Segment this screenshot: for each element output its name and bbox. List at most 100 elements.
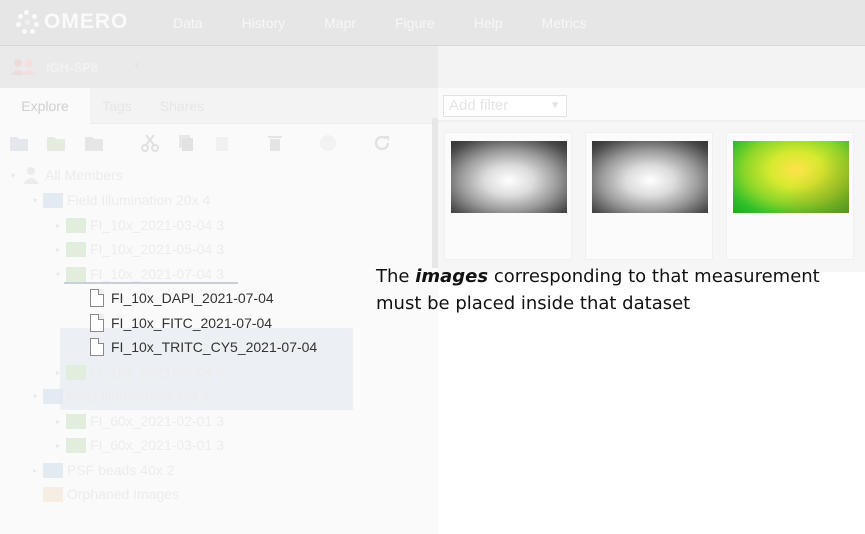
image-file-icon	[90, 314, 104, 332]
tree-dataset[interactable]: ▸ FI_10x_2021-05-04 3	[53, 238, 224, 260]
child-count: 3	[216, 241, 224, 257]
tree-orphaned[interactable]: Orphaned Images	[40, 483, 179, 505]
dataset-label: FI_10x_2021-05-04	[90, 241, 213, 257]
tree-image[interactable]: FI_10x_DAPI_2021-07-04	[90, 287, 274, 309]
data-tree: ▾ All Members ▾ Field Illumination 20x 4…	[0, 162, 438, 534]
expand-toggle-icon[interactable]: ▸	[53, 368, 63, 377]
chevron-down-icon: ▼	[550, 100, 560, 111]
collapse-toggle-icon[interactable]: ▾	[53, 270, 63, 279]
expand-toggle-icon[interactable]: ▸	[53, 441, 63, 450]
image-label: FI_10x_FITC_2021-07-04	[111, 315, 273, 331]
project-label: Field Illumination 20x	[67, 192, 199, 208]
omero-logo[interactable]: OMERO	[14, 9, 128, 35]
caret-down-icon: ▼	[132, 60, 141, 70]
child-count: 2	[166, 462, 175, 478]
image-thumbnail[interactable]	[592, 141, 708, 213]
tree-image[interactable]: FI_10x_TRITC_CY5_2021-07-04	[90, 336, 317, 358]
annotation-emphasis: images	[415, 266, 489, 287]
top-navbar: OMERO Data History Mapr Figure Help Metr…	[0, 0, 865, 46]
annotation-line1: corresponding to that measurement	[488, 266, 820, 287]
child-count: 3	[216, 217, 224, 233]
paste-icon[interactable]	[212, 134, 232, 152]
thumbnail-grid	[438, 122, 865, 272]
annotation-prefix: The	[376, 266, 416, 287]
annotation-callout: The images corresponding to that measure…	[376, 263, 856, 317]
child-count: 3	[216, 364, 224, 380]
image-label: FI_10x_TRITC_CY5_2021-07-04	[111, 339, 318, 355]
dataset-folder-icon	[66, 217, 86, 233]
filter-bar: Add filter ▼	[438, 88, 865, 122]
project-folder-icon	[43, 462, 63, 478]
tree-image[interactable]: FI_10x_FITC_2021-07-04	[90, 312, 272, 334]
thumbnail-tile[interactable]	[444, 132, 572, 260]
tree-project[interactable]: ▾ Field Illumination 40x 2	[30, 385, 210, 407]
project-label: Field Illumination 40x	[67, 388, 199, 404]
thumbnail-tile[interactable]	[585, 132, 713, 260]
expand-toggle-icon[interactable]: ▸	[53, 221, 63, 230]
selection-underline	[64, 282, 238, 284]
left-panel: IGH-SP8 ▼ Explore Tags Shares ▾ All Memb…	[0, 46, 438, 534]
dataset-folder-icon	[66, 437, 86, 453]
project-label: PSF beads 40x	[67, 462, 163, 478]
new-project-icon[interactable]	[9, 134, 29, 152]
dataset-folder-icon	[66, 364, 86, 380]
tab-shares[interactable]: Shares	[144, 88, 220, 124]
tree-dataset[interactable]: ▸ FI_60x_2021-03-01 3	[53, 434, 224, 456]
tree-project[interactable]: ▸ PSF beads 40x 2	[30, 459, 175, 481]
tree-dataset[interactable]: ▸ FI_10x_2021-03-04 3	[53, 214, 224, 236]
child-count: 2	[202, 388, 211, 404]
thumbnail-tile[interactable]	[726, 132, 854, 260]
image-file-icon	[90, 338, 104, 356]
collapse-toggle-icon[interactable]: ▾	[30, 392, 40, 401]
tree-toolbar	[0, 124, 438, 162]
dataset-label: FI_60x_2021-02-01	[90, 413, 213, 429]
user-icon	[23, 167, 39, 184]
left-tabs: Explore Tags Shares	[0, 88, 438, 124]
dataset-label: FI_10x_2021-03-04	[90, 217, 213, 233]
collapse-toggle-icon[interactable]: ▾	[8, 171, 18, 180]
nav-mapr[interactable]: Mapr	[324, 15, 356, 31]
expand-toggle-icon[interactable]: ▸	[53, 245, 63, 254]
tree-dataset[interactable]: ▸ FI_60x_2021-02-01 3	[53, 410, 224, 432]
group-name: IGH-SP8	[46, 60, 99, 75]
new-dataset-icon[interactable]	[46, 134, 66, 152]
dataset-label: FI_10x_2021-09-04	[90, 364, 213, 380]
dataset-label: FI_10x_2021-07-04	[90, 266, 213, 282]
nav-history[interactable]: History	[242, 15, 286, 31]
nav-help[interactable]: Help	[474, 15, 503, 31]
project-folder-icon	[43, 388, 63, 404]
dataset-folder-icon	[66, 266, 86, 282]
tab-explore[interactable]: Explore	[0, 88, 90, 124]
orphaned-folder-icon	[43, 486, 63, 502]
add-filter-select[interactable]: Add filter ▼	[443, 95, 567, 117]
expand-toggle-icon[interactable]: ▸	[53, 417, 63, 426]
tree-project[interactable]: ▾ Field Illumination 20x 4	[30, 189, 210, 211]
group-selector[interactable]: IGH-SP8 ▼	[0, 46, 438, 88]
logo-text: OMERO	[44, 10, 129, 33]
tab-tags[interactable]: Tags	[90, 88, 144, 124]
center-header	[438, 46, 865, 88]
tree-root[interactable]: ▾ All Members	[8, 164, 123, 186]
child-count: 3	[216, 437, 224, 453]
refresh-icon[interactable]	[372, 134, 392, 152]
cut-icon[interactable]	[140, 134, 160, 152]
nav-figure[interactable]: Figure	[395, 15, 435, 31]
expand-toggle-icon[interactable]: ▸	[30, 466, 40, 475]
filter-placeholder: Add filter	[449, 97, 509, 114]
new-screen-icon[interactable]	[84, 134, 104, 152]
omero-logo-icon	[14, 9, 40, 35]
nav-metrics[interactable]: Metrics	[542, 15, 587, 31]
tree-dataset[interactable]: ▸ FI_10x_2021-09-04 3	[53, 361, 224, 383]
chgrp-icon[interactable]	[318, 134, 338, 152]
nav-data[interactable]: Data	[173, 15, 203, 31]
main-nav: Data History Mapr Figure Help Metrics	[173, 15, 626, 31]
image-label: FI_10x_DAPI_2021-07-04	[111, 290, 274, 306]
image-thumbnail[interactable]	[733, 141, 849, 213]
delete-icon[interactable]	[265, 134, 285, 152]
copy-icon[interactable]	[176, 134, 196, 152]
collapse-toggle-icon[interactable]: ▾	[30, 196, 40, 205]
tree-root-label: All Members	[45, 167, 123, 183]
child-count: 4	[202, 192, 211, 208]
orphaned-label: Orphaned Images	[67, 486, 180, 502]
image-thumbnail[interactable]	[451, 141, 567, 213]
